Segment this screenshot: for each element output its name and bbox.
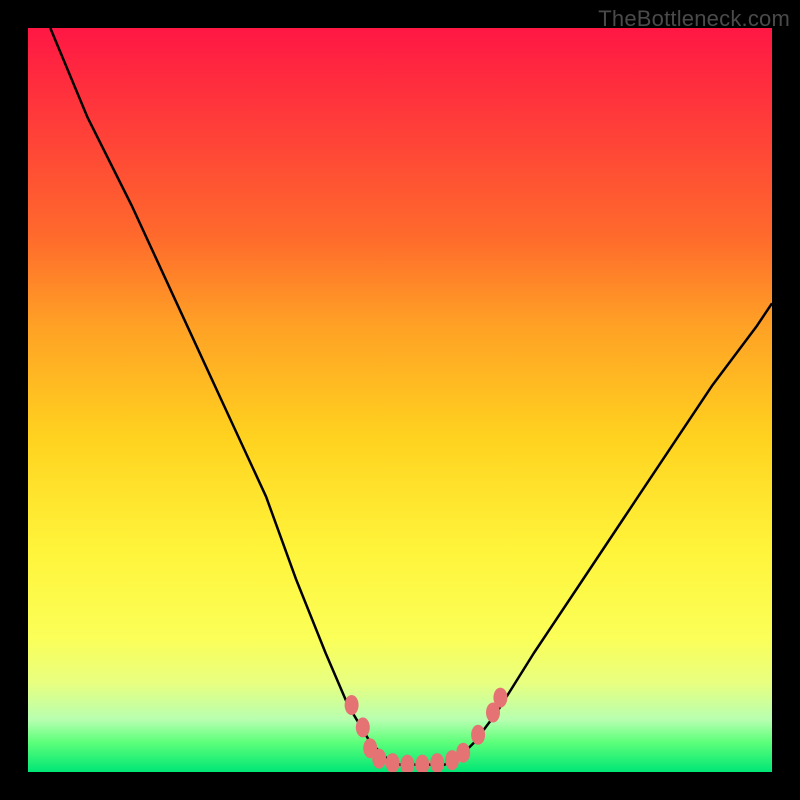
curve-marker <box>345 695 359 715</box>
curve-marker <box>386 753 400 772</box>
curve-marker <box>430 753 444 772</box>
curve-path <box>50 28 772 765</box>
chart-frame: TheBottleneck.com <box>0 0 800 800</box>
curve-marker <box>456 743 470 763</box>
curve-marker <box>400 755 414 772</box>
curve-marker <box>415 755 429 772</box>
plot-area <box>28 28 772 772</box>
curve-marker <box>471 725 485 745</box>
bottleneck-curve <box>28 28 772 772</box>
curve-marker <box>493 688 507 708</box>
curve-marker <box>372 749 386 769</box>
watermark-text: TheBottleneck.com <box>598 6 790 32</box>
curve-marker <box>356 717 370 737</box>
